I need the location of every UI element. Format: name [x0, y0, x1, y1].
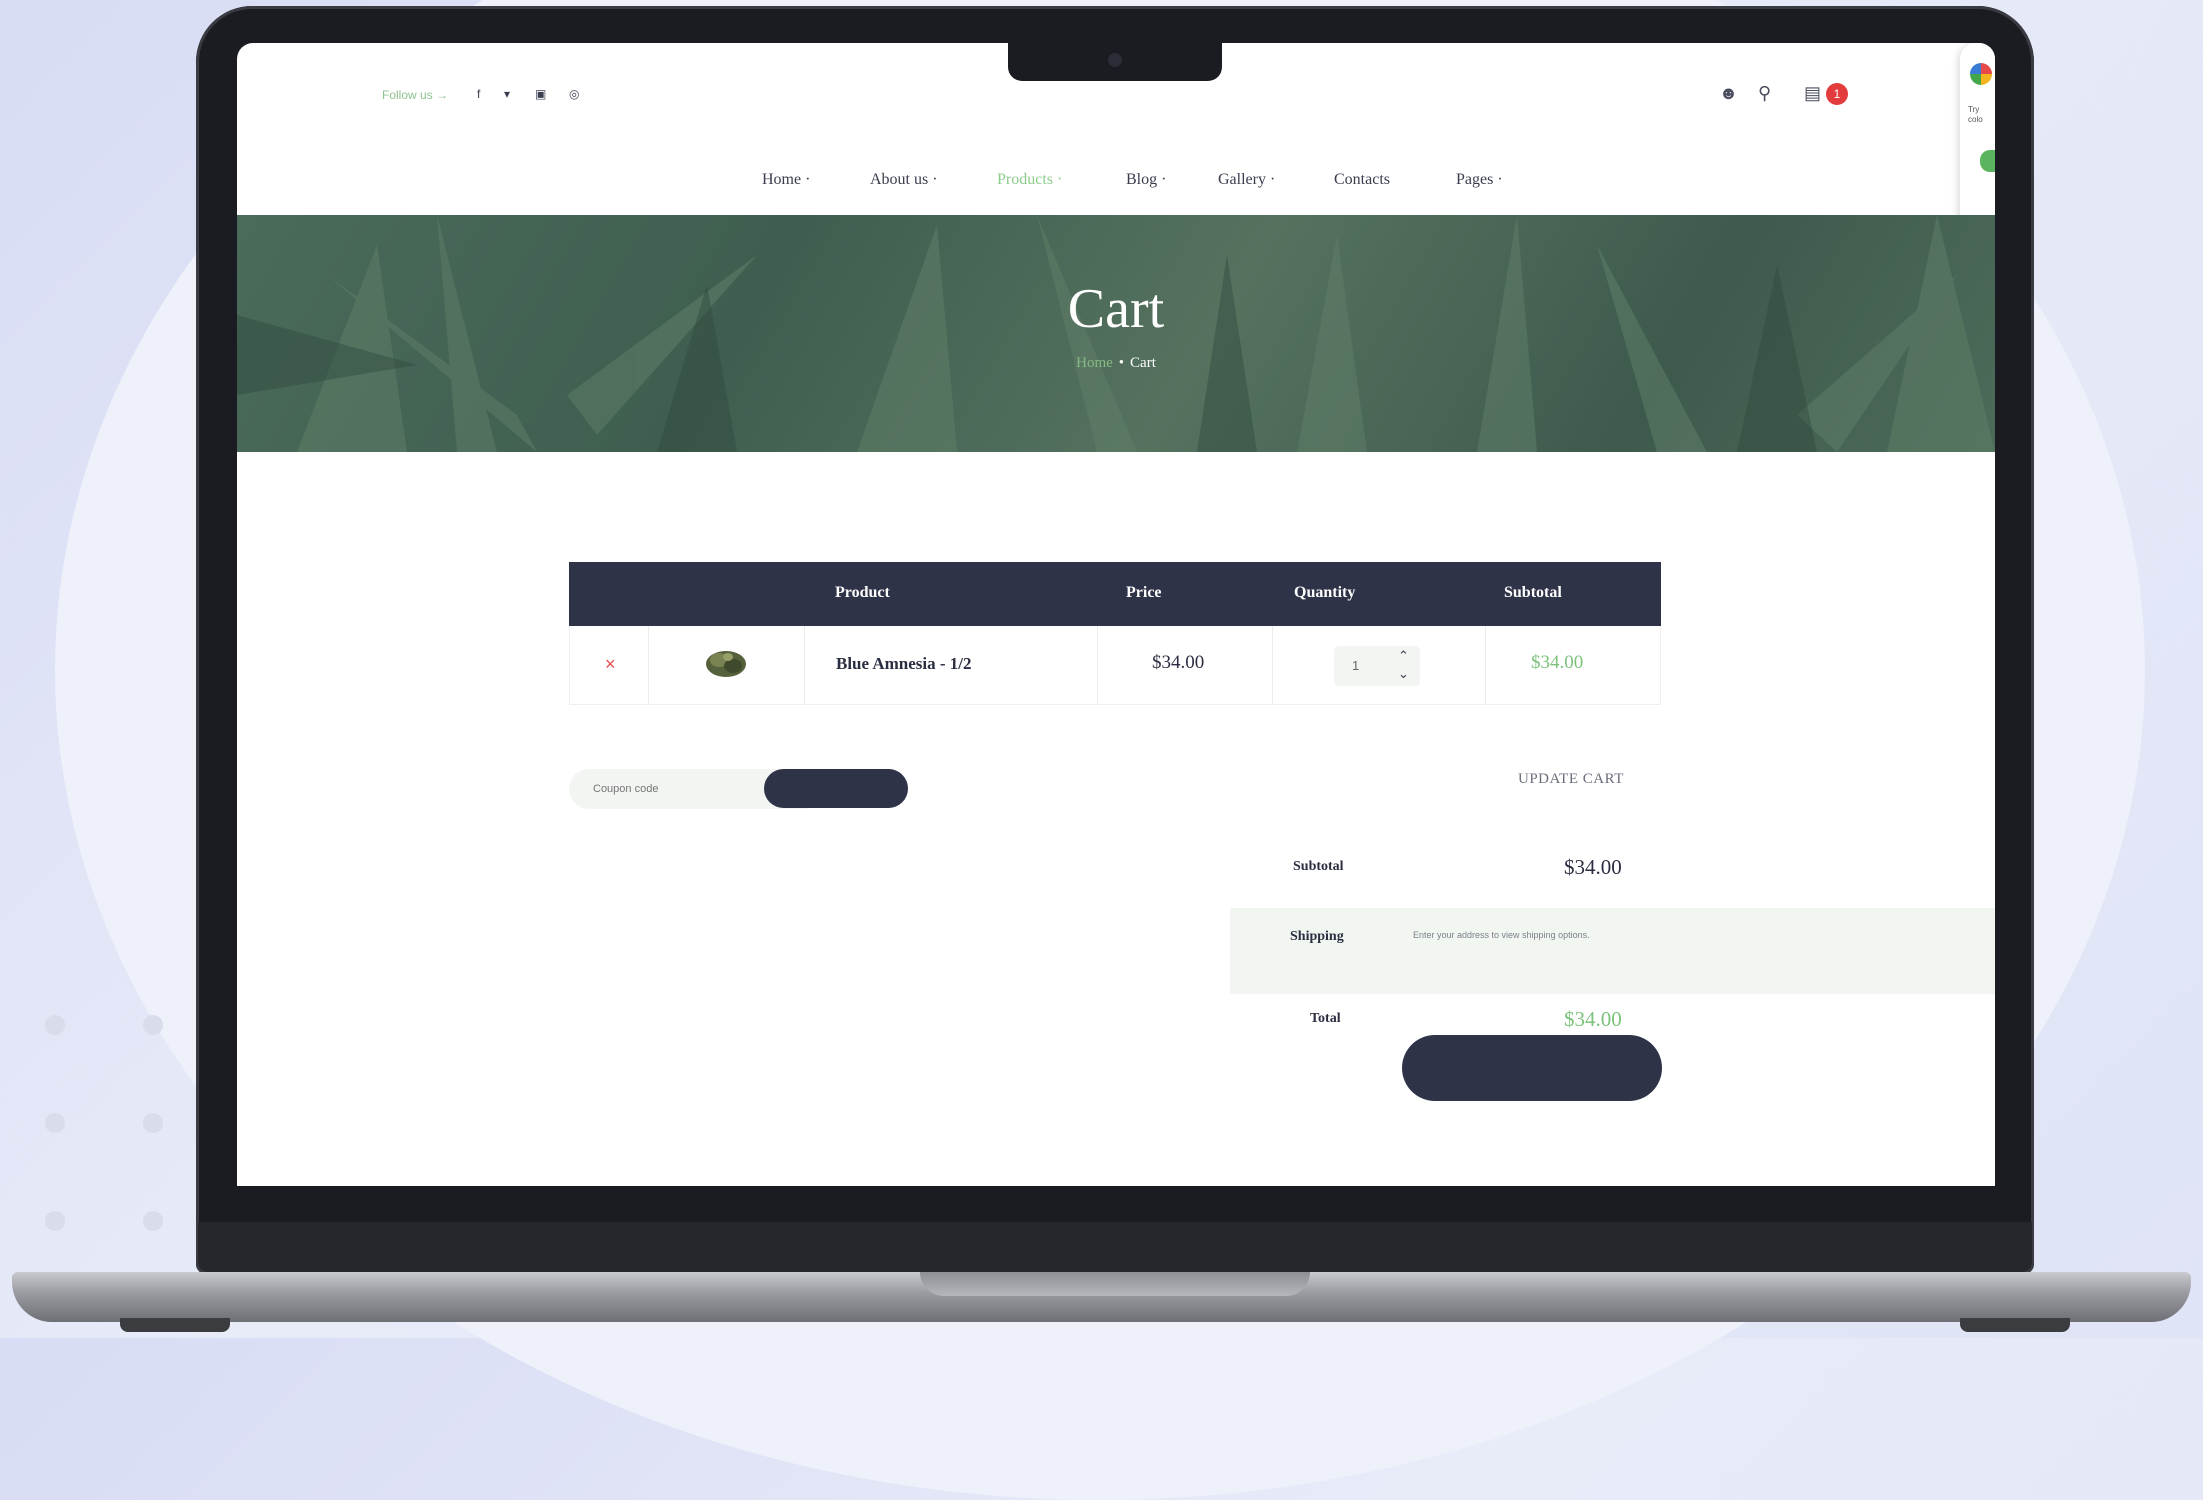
laptop-hinge-groove — [920, 1272, 1310, 1296]
totals-subtotal-value: $34.00 — [1564, 855, 1622, 879]
chevron-down-icon[interactable]: ⌄ — [1398, 666, 1409, 682]
shipping-note: Enter your address to view shipping opti… — [1413, 930, 1590, 940]
camera-notch — [1008, 43, 1222, 81]
laptop-foot — [120, 1318, 230, 1332]
totals-subtotal-label: Subtotal — [1293, 859, 1344, 874]
apply-coupon-button[interactable] — [764, 769, 908, 808]
quantity-value[interactable]: 1 — [1352, 658, 1359, 673]
column-product: Product — [835, 584, 890, 601]
remove-item-button[interactable]: × — [605, 654, 616, 675]
quantity-stepper[interactable]: 1 ⌃ ⌄ — [1334, 646, 1420, 686]
camera-icon — [1108, 53, 1122, 67]
laptop-foot — [1960, 1318, 2070, 1332]
laptop-chin — [198, 1222, 2032, 1272]
table-row: × Blue Amnesia - 1/2 $34.00 1 ⌃ ⌄ $34.00 — [569, 626, 1661, 705]
browser-screen: Follow us → f ▾ ▣ ◎ ☻ ⚲ ▤ 1 Try colo Hom… — [237, 43, 1995, 1186]
cart-icon[interactable]: ▤ — [1804, 83, 1821, 104]
shipping-label: Shipping — [1290, 929, 1344, 944]
cart-totals: Subtotal $34.00 Shipping Enter your addr… — [1230, 833, 1995, 1053]
twitter-icon[interactable]: ▾ — [504, 87, 510, 101]
proceed-to-checkout-button[interactable] — [1402, 1035, 1662, 1101]
shipping-row — [1230, 908, 1995, 994]
nav-item-pages[interactable]: Pages · — [1456, 171, 1503, 189]
green-theme-swatch[interactable] — [1980, 150, 1995, 172]
product-name-link[interactable]: Blue Amnesia - 1/2 — [836, 654, 972, 674]
nav-item-products[interactable]: Products · — [997, 171, 1062, 189]
breadcrumb: Home • Cart — [237, 355, 1995, 372]
cart-table-header: Product Price Quantity Subtotal — [569, 562, 1661, 626]
breadcrumb-home[interactable]: Home — [1076, 355, 1113, 371]
main-nav: Home · About us · Products · Blog · Gall… — [237, 171, 1995, 201]
column-quantity: Quantity — [1294, 584, 1356, 601]
column-subtotal: Subtotal — [1504, 584, 1562, 601]
column-price: Price — [1126, 584, 1162, 601]
cart-table: Product Price Quantity Subtotal × Blue A… — [569, 562, 1661, 705]
page-title: Cart — [1067, 278, 1165, 340]
search-icon[interactable]: ⚲ — [1758, 83, 1771, 104]
user-icon[interactable]: ☻ — [1719, 83, 1738, 104]
nav-item-blog[interactable]: Blog · — [1126, 171, 1166, 189]
nav-item-gallery[interactable]: Gallery · — [1218, 171, 1275, 189]
pinterest-icon[interactable]: ◎ — [569, 87, 579, 101]
cart-count-badge: 1 — [1826, 83, 1848, 105]
nav-item-home[interactable]: Home · — [762, 171, 810, 189]
page-hero-banner: Cart Home • Cart — [237, 215, 1995, 452]
breadcrumb-current: Cart — [1130, 355, 1156, 371]
update-cart-button[interactable]: UPDATE CART — [1518, 771, 1624, 788]
total-value: $34.00 — [1564, 1007, 1622, 1031]
instagram-icon[interactable]: ▣ — [535, 87, 546, 101]
color-switcher-text: Try colo — [1968, 105, 1983, 124]
nav-item-contacts[interactable]: Contacts — [1334, 171, 1390, 189]
product-price: $34.00 — [1152, 652, 1205, 673]
chevron-up-icon[interactable]: ⌃ — [1398, 648, 1409, 664]
breadcrumb-separator: • — [1118, 355, 1125, 371]
total-label: Total — [1310, 1011, 1341, 1026]
follow-us-label: Follow us → — [382, 88, 449, 102]
facebook-icon[interactable]: f — [477, 87, 480, 101]
row-subtotal: $34.00 — [1531, 652, 1584, 673]
color-wheel-icon — [1970, 63, 1992, 85]
product-thumbnail[interactable] — [704, 644, 748, 680]
nav-item-about[interactable]: About us · — [870, 171, 938, 189]
